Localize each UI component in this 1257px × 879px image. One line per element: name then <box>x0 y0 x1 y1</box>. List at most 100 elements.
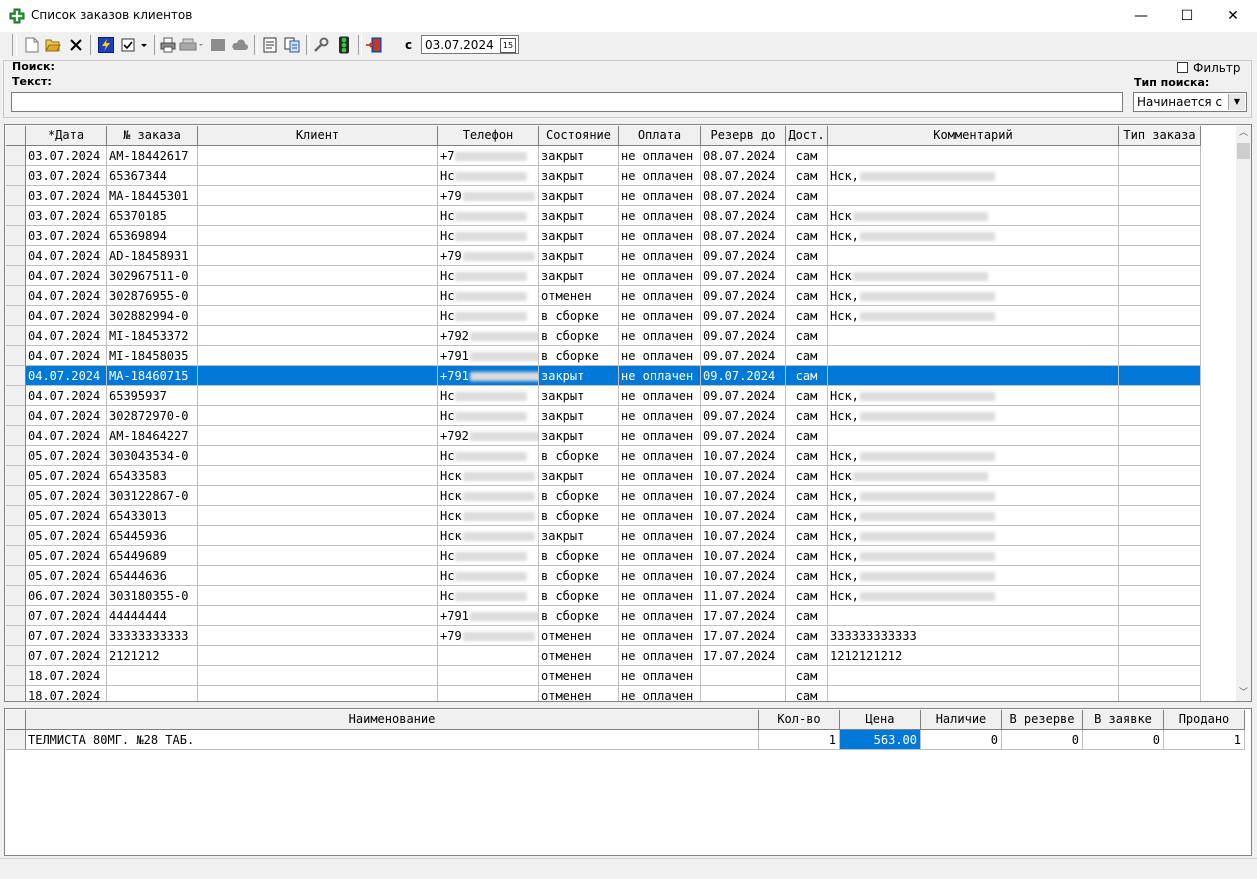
col-order-type-cell[interactable] <box>1119 626 1201 646</box>
row-indicator[interactable] <box>6 730 26 750</box>
col-date-cell[interactable]: 03.07.2024 <box>26 146 107 166</box>
new-button[interactable] <box>22 35 42 55</box>
minimize-button[interactable]: — <box>1118 0 1164 32</box>
col-order-type-cell[interactable] <box>1119 506 1201 526</box>
header-col-client[interactable]: Клиент <box>198 126 438 146</box>
col-reserve-cell[interactable]: 09.07.2024 <box>701 306 786 326</box>
col-order-num-cell[interactable]: 65395937 <box>107 386 198 406</box>
col-phone-cell[interactable]: Нс <box>438 266 539 286</box>
scroll-up-icon[interactable]: ︿ <box>1236 126 1251 141</box>
header-col-delivery[interactable]: Дост. <box>786 126 828 146</box>
col-order-type-cell[interactable] <box>1119 326 1201 346</box>
header-col-order-num[interactable]: № заказа <box>107 126 198 146</box>
col-client-cell[interactable] <box>198 446 438 466</box>
col-order-num-cell[interactable]: 2121212 <box>107 646 198 666</box>
col-delivery-cell[interactable]: сам <box>786 266 828 286</box>
col-date-cell[interactable]: 05.07.2024 <box>26 526 107 546</box>
col-phone-cell[interactable]: +791 <box>438 606 539 626</box>
col-order-num-cell[interactable]: 65367344 <box>107 166 198 186</box>
col-phone-cell[interactable]: +79 <box>438 246 539 266</box>
row-indicator[interactable] <box>6 626 26 646</box>
orders-scrollbar[interactable]: ︿ ﹀ <box>1236 126 1251 701</box>
col-comment-cell[interactable] <box>828 246 1119 266</box>
col-payment-cell[interactable]: не оплачен <box>619 266 701 286</box>
col-comment-cell[interactable]: Нск, <box>828 546 1119 566</box>
col-phone-cell[interactable]: +79 <box>438 626 539 646</box>
header-col-requested[interactable]: В заявке <box>1083 710 1164 730</box>
col-phone-cell[interactable]: Нск <box>438 466 539 486</box>
col-delivery-cell[interactable]: сам <box>786 666 828 686</box>
col-state-cell[interactable]: в сборке <box>539 606 619 626</box>
col-reserve-cell[interactable]: 09.07.2024 <box>701 286 786 306</box>
col-delivery-cell[interactable]: сам <box>786 686 828 701</box>
col-delivery-cell[interactable]: сам <box>786 326 828 346</box>
col-state-cell[interactable]: в сборке <box>539 586 619 606</box>
col-client-cell[interactable] <box>198 326 438 346</box>
col-delivery-cell[interactable]: сам <box>786 486 828 506</box>
col-state-cell[interactable]: отменен <box>539 666 619 686</box>
col-reserve-cell[interactable]: 10.07.2024 <box>701 506 786 526</box>
header-col-state[interactable]: Состояние <box>539 126 619 146</box>
col-payment-cell[interactable]: не оплачен <box>619 386 701 406</box>
col-client-cell[interactable] <box>198 266 438 286</box>
col-reserve-cell[interactable]: 17.07.2024 <box>701 626 786 646</box>
col-reserve-cell[interactable]: 08.07.2024 <box>701 166 786 186</box>
scroll-thumb[interactable] <box>1237 143 1250 159</box>
row-indicator[interactable] <box>6 266 26 286</box>
col-order-type-cell[interactable] <box>1119 366 1201 386</box>
col-payment-cell[interactable]: не оплачен <box>619 486 701 506</box>
col-reserve-cell[interactable]: 10.07.2024 <box>701 546 786 566</box>
orders-grid[interactable]: ︿ ﹀ *Дата № заказа Клиент Телефон Состояние О… <box>4 124 1252 702</box>
col-comment-cell[interactable]: Нск, <box>828 586 1119 606</box>
col-state-cell[interactable]: в сборке <box>539 446 619 466</box>
col-state-cell[interactable]: закрыт <box>539 526 619 546</box>
col-order-num-cell[interactable]: AD-18458931 <box>107 246 198 266</box>
col-phone-cell[interactable]: Нск <box>438 486 539 506</box>
col-order-num-cell[interactable]: 65444636 <box>107 566 198 586</box>
col-reserve-cell[interactable]: 08.07.2024 <box>701 206 786 226</box>
traffic-light-button[interactable] <box>334 35 354 55</box>
col-comment-cell[interactable]: Нск, <box>828 506 1119 526</box>
col-reserve-cell[interactable]: 11.07.2024 <box>701 586 786 606</box>
maximize-button[interactable]: ☐ <box>1164 0 1210 32</box>
col-phone-cell[interactable]: +79 <box>438 186 539 206</box>
row-indicator[interactable] <box>6 186 26 206</box>
col-payment-cell[interactable]: не оплачен <box>619 186 701 206</box>
row-indicator[interactable] <box>6 246 26 266</box>
col-comment-cell[interactable]: Нск <box>828 266 1119 286</box>
col-date-cell[interactable]: 07.07.2024 <box>26 606 107 626</box>
col-date-cell[interactable]: 05.07.2024 <box>26 506 107 526</box>
col-state-cell[interactable]: закрыт <box>539 206 619 226</box>
col-payment-cell[interactable]: не оплачен <box>619 306 701 326</box>
col-client-cell[interactable] <box>198 286 438 306</box>
calendar-icon[interactable]: 15 <box>500 38 516 53</box>
col-comment-cell[interactable]: Нск <box>828 206 1119 226</box>
col-date-cell[interactable]: 03.07.2024 <box>26 226 107 246</box>
col-reserved-cell[interactable]: 0 <box>1002 730 1083 750</box>
col-comment-cell[interactable] <box>828 366 1119 386</box>
col-delivery-cell[interactable]: сам <box>786 366 828 386</box>
col-qty-cell[interactable]: 1 <box>759 730 840 750</box>
col-order-num-cell[interactable]: MI-18453372 <box>107 326 198 346</box>
col-order-type-cell[interactable] <box>1119 466 1201 486</box>
col-phone-cell[interactable]: +7 <box>438 146 539 166</box>
col-payment-cell[interactable]: не оплачен <box>619 366 701 386</box>
col-reserve-cell[interactable]: 09.07.2024 <box>701 406 786 426</box>
col-client-cell[interactable] <box>198 366 438 386</box>
col-payment-cell[interactable]: не оплачен <box>619 426 701 446</box>
col-phone-cell[interactable]: Нс <box>438 386 539 406</box>
col-phone-cell[interactable]: Нс <box>438 546 539 566</box>
col-phone-cell[interactable] <box>438 686 539 701</box>
col-reserve-cell[interactable]: 09.07.2024 <box>701 266 786 286</box>
col-client-cell[interactable] <box>198 346 438 366</box>
col-order-num-cell[interactable]: AM-18442617 <box>107 146 198 166</box>
col-delivery-cell[interactable]: сам <box>786 546 828 566</box>
col-state-cell[interactable]: закрыт <box>539 406 619 426</box>
col-state-cell[interactable]: в сборке <box>539 546 619 566</box>
col-state-cell[interactable]: отменен <box>539 286 619 306</box>
col-order-type-cell[interactable] <box>1119 386 1201 406</box>
col-reserve-cell[interactable]: 17.07.2024 <box>701 646 786 666</box>
col-delivery-cell[interactable]: сам <box>786 146 828 166</box>
check-dropdown-button[interactable] <box>120 35 150 55</box>
dropdown-arrow-icon[interactable]: ▼ <box>1228 94 1245 110</box>
